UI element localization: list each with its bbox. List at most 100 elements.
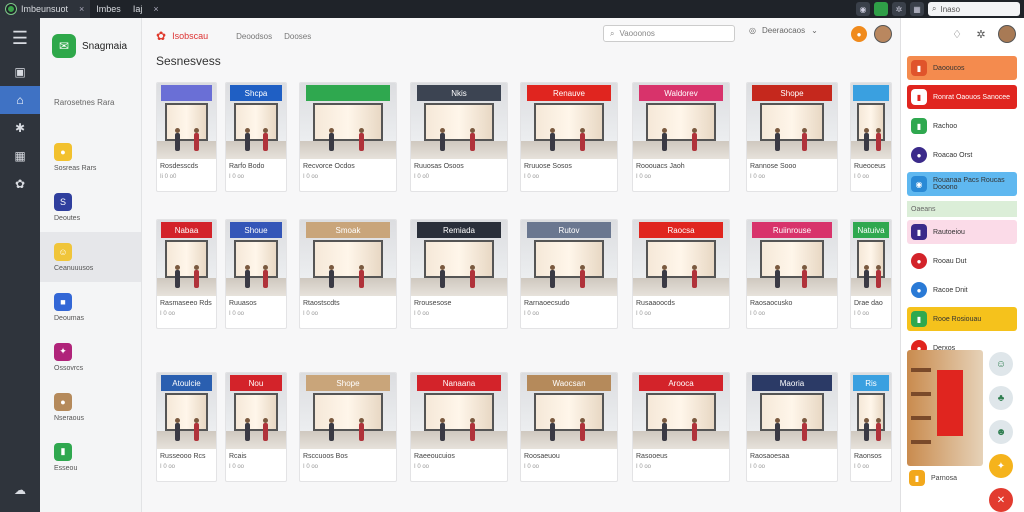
grid-icon[interactable]: ▦ [910, 2, 924, 16]
panel-item[interactable]: ● Racoe Dnit [907, 278, 1017, 302]
right-panel: ♢ ✲ ▮ Daooucos ▮ Ronrat Oaouos Sanocee ▮ Rach… [900, 18, 1024, 512]
store-card-title: Rcais [229, 453, 247, 460]
store-card[interactable]: Shope Rannose Sooo I 0 oo [746, 82, 838, 192]
panel-item-label: Rouanaa Pacs Roucas Dooono [933, 177, 1005, 191]
folder-icon: ▮ [909, 470, 925, 486]
browser-tab[interactable]: Imbes [90, 0, 127, 18]
store-card[interactable]: Renauve Rruuose Sosos I 0 oo [520, 82, 618, 192]
sidebar-item[interactable]: ☺ Ceanuuusos [40, 232, 141, 282]
store-card[interactable]: Smoak Rtaostscdts I 0 oo [299, 219, 397, 329]
sidebar-item-icon: ● [54, 392, 72, 411]
panel-item[interactable]: ▮ Rachoo [907, 114, 1017, 138]
network-icon[interactable]: ✱ [0, 114, 40, 142]
sidebar-item-label: Nseraous [54, 414, 84, 422]
nav-link[interactable]: Deoodsos [236, 32, 272, 41]
header-link[interactable]: Deeraocaos [762, 26, 805, 35]
store-photo [157, 83, 216, 159]
panel-item[interactable]: ▮ Daooucos [907, 56, 1017, 80]
panel-item[interactable]: ▮ Ronrat Oaouos Sanocee [907, 85, 1017, 109]
panel-item[interactable]: ▮ Rooe Rosiouau [907, 307, 1017, 331]
store-sign [305, 85, 391, 101]
store-card[interactable]: Nabaa Rasmaseeo Rds I 0 oo [156, 219, 217, 329]
notification-icon[interactable]: ● [851, 26, 867, 42]
chevron-down-icon[interactable]: ⌄ [811, 26, 818, 35]
tab-close-icon[interactable]: × [153, 4, 158, 14]
store-sign [853, 85, 889, 101]
cloud-icon[interactable]: ☁ [0, 476, 40, 504]
app-logo-icon [6, 4, 16, 14]
store-card[interactable]: Ris Raonsos I 0 oo [850, 372, 892, 482]
sidebar-item[interactable]: S Deoutes [40, 182, 141, 232]
browser-search[interactable]: ⌕ Inaso [928, 2, 1020, 16]
bell-icon[interactable]: ♢ [950, 27, 964, 41]
hamburger-menu-icon[interactable]: ☰ [0, 18, 40, 58]
promo-image[interactable] [907, 350, 983, 466]
store-card[interactable]: Rosdesscds Ii 0 o0 [156, 82, 217, 192]
browser-tab-active[interactable]: Imbeunsuot × [0, 0, 91, 18]
store-card[interactable]: Arooca Rasooeus I 0 oo [632, 372, 730, 482]
store-sign: Ruiinrouse [752, 222, 832, 238]
store-card[interactable]: Remiada Rrousesose I 0 oo [410, 219, 508, 329]
tab-close-icon[interactable]: × [79, 4, 84, 14]
store-card[interactable]: Raocsa Rusaaoocds I 0 oo [632, 219, 730, 329]
calendar-icon[interactable]: ▦ [0, 142, 40, 170]
store-card[interactable]: Waocsan Roosaeuou I 0 oo [520, 372, 618, 482]
store-card-title: Drae dao [854, 300, 883, 307]
store-card[interactable]: Waldorev Rooouacs Jaoh I 0 oo [632, 82, 730, 192]
store-card[interactable]: Nou Rcais I 0 oo [225, 372, 287, 482]
store-sign: Shope [305, 375, 391, 391]
group-bubble-icon[interactable]: ♣ [989, 386, 1013, 410]
panel-item-icon: ▮ [911, 118, 927, 134]
location-icon[interactable]: ◎ [749, 26, 756, 35]
panel-item[interactable]: ● Rooau Dut [907, 249, 1017, 273]
inbox-icon[interactable]: ▣ [0, 58, 40, 86]
avatar[interactable] [998, 25, 1016, 43]
bottom-item[interactable]: ▮ Parnosa [909, 470, 957, 486]
sidebar-item[interactable]: ● Nseraous [40, 382, 141, 432]
sidebar-item[interactable]: ● Sosreas Rars [40, 132, 141, 182]
gear-icon[interactable]: ✲ [974, 27, 988, 41]
close-icon[interactable]: ✕ [989, 488, 1013, 512]
settings-icon[interactable]: ✲ [892, 2, 906, 16]
store-card-title: Rasooeus [636, 453, 668, 460]
search-input[interactable]: ⌕ Vaooonos [603, 25, 735, 42]
store-card-title: Roosaeuou [524, 453, 560, 460]
store-card[interactable]: Natuiva Drae dao I 0 oo [850, 219, 892, 329]
store-card[interactable]: Ruiinrouse Raosaocusko I 0 oo [746, 219, 838, 329]
avatar[interactable] [874, 25, 892, 43]
panel-item-label: Roacao Orst [933, 151, 973, 159]
store-card-title: Rusaaoocds [636, 300, 675, 307]
panel-item[interactable]: ● Roacao Orst [907, 143, 1017, 167]
store-card[interactable]: Shope Rsccuoos Bos I 0 oo [299, 372, 397, 482]
nav-link[interactable]: Dooses [284, 32, 311, 41]
store-card[interactable]: Shcpa Rarfo Bodo I 0 oo [225, 82, 287, 192]
user-bubble-icon[interactable]: ☻ [989, 420, 1013, 444]
browser-tab[interactable]: Iaj × [127, 0, 165, 18]
home-icon[interactable]: ⌂ [0, 86, 40, 114]
store-card[interactable]: Nanaana Raeeoucuios I 0 oo [410, 372, 508, 482]
settings-icon[interactable]: ✿ [0, 170, 40, 198]
store-photo: Smoak [300, 220, 396, 296]
sidebar-item[interactable]: ▮ Esseou [40, 432, 141, 482]
store-card[interactable]: Atoulcie Russeooo Rcs I 0 oo [156, 372, 217, 482]
store-photo: Shope [747, 83, 837, 159]
user-bubble-icon[interactable]: ☺ [989, 352, 1013, 376]
sidebar-item[interactable]: ✦ Ossovrcs [40, 332, 141, 382]
extension-icon[interactable]: ◉ [856, 2, 870, 16]
sidebar-item-icon: ✦ [54, 342, 72, 361]
panel-item[interactable]: ▮ Rautoeiou [907, 220, 1017, 244]
store-card[interactable]: Rueoceus I 0 oo [850, 82, 892, 192]
store-card[interactable]: Nkis Ruuosas Osoos I 0 o0 [410, 82, 508, 192]
store-photo: Maoria [747, 373, 837, 449]
sidebar-item[interactable]: ■ Deoumas [40, 282, 141, 332]
store-card[interactable]: Rutov Rarnaoecsudo I 0 oo [520, 219, 618, 329]
star-icon[interactable]: ✦ [989, 454, 1013, 478]
store-card[interactable]: Recvorce Ocdos I 0 oo [299, 82, 397, 192]
store-card-title: Rasmaseeo Rds [160, 300, 212, 307]
store-sign: Natuiva [853, 222, 889, 238]
store-card[interactable]: Shoue Ruuasos I 0 oo [225, 219, 287, 329]
store-photo [851, 83, 891, 159]
panel-item[interactable]: ◉ Rouanaa Pacs Roucas Dooono [907, 172, 1017, 196]
store-photo: Shoue [226, 220, 286, 296]
store-card[interactable]: Maoria Raosaoesaa I 0 oo [746, 372, 838, 482]
